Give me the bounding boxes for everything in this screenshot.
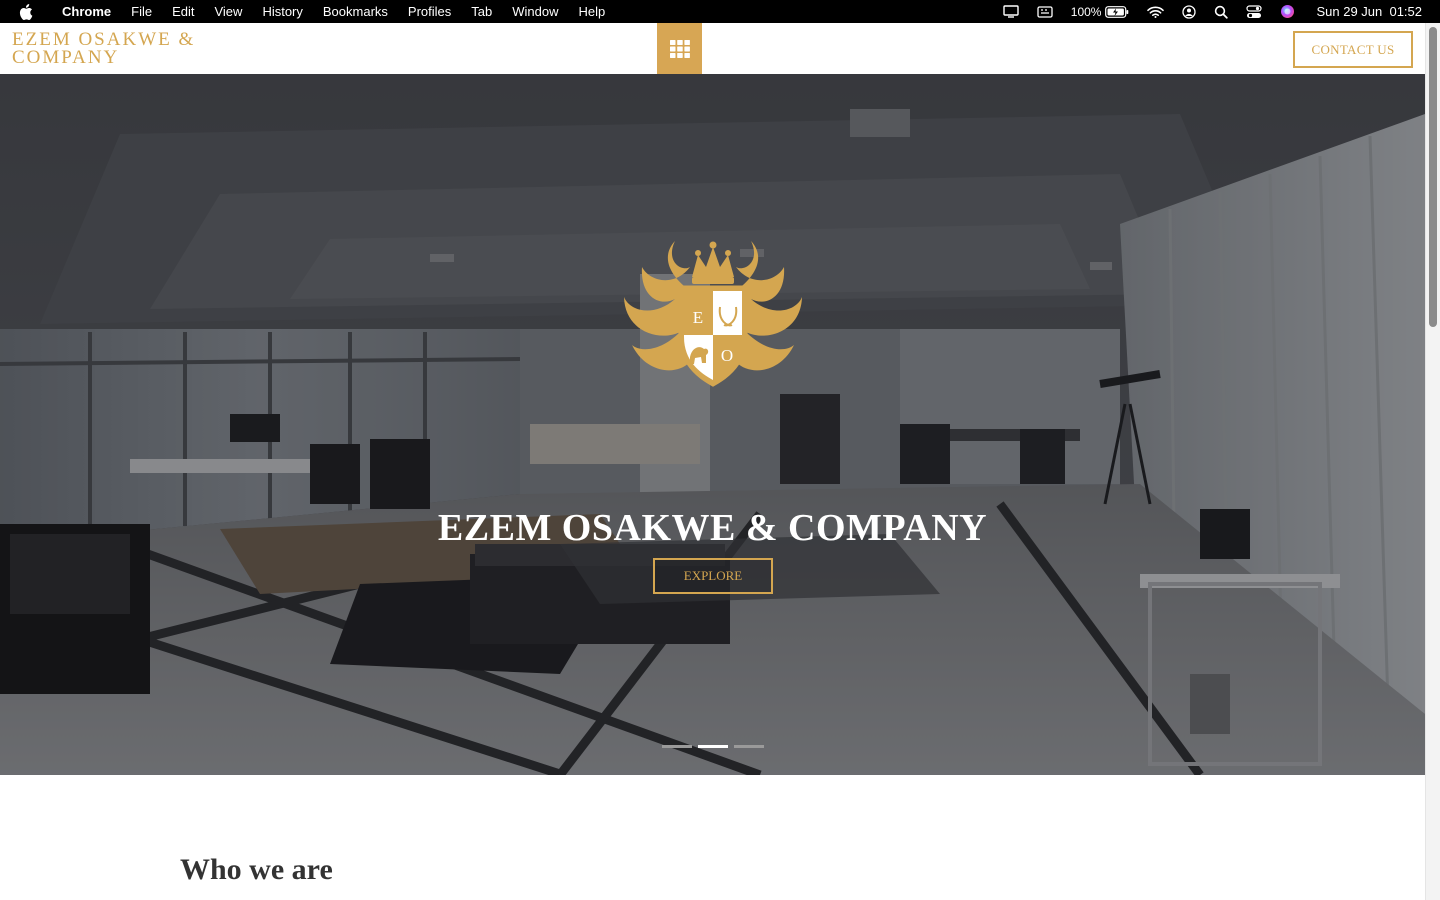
menu-help[interactable]: Help	[569, 0, 616, 23]
site-header: EZEM OSAKWE & COMPANY CONTACT US	[0, 23, 1425, 74]
wifi-icon[interactable]	[1138, 0, 1173, 23]
slide-dot-3[interactable]	[734, 745, 764, 748]
hero-dark-overlay	[0, 74, 1425, 775]
web-page: EZEM OSAKWE & COMPANY CONTACT US E O EZE…	[0, 23, 1425, 900]
battery-icon	[1105, 5, 1129, 18]
hero-slider: E O EZEM OSAKWE & COMPANY EXPLORE	[0, 74, 1425, 775]
menu-clock[interactable]: Sun 29 Jun 01:52	[1304, 0, 1422, 23]
menu-file[interactable]: File	[121, 0, 162, 23]
battery-status[interactable]: 100%	[1062, 0, 1139, 23]
siri-icon[interactable]	[1271, 0, 1304, 23]
crest-letter-o: O	[721, 346, 733, 365]
macos-menu-bar: Chrome File Edit View History Bookmarks …	[0, 0, 1440, 23]
grid-menu-icon	[669, 39, 690, 58]
site-logo[interactable]: EZEM OSAKWE & COMPANY	[12, 30, 242, 68]
menu-view[interactable]: View	[204, 0, 252, 23]
explore-button[interactable]: EXPLORE	[653, 558, 773, 594]
keyboard-input-icon[interactable]	[1028, 0, 1062, 23]
spotlight-search-icon[interactable]	[1205, 0, 1237, 23]
battery-percent: 100%	[1070, 4, 1102, 19]
crest-logo-icon: E O	[624, 241, 802, 387]
screen-mirroring-icon[interactable]	[994, 0, 1028, 23]
page-scrollbar[interactable]	[1425, 23, 1440, 900]
menu-app-name[interactable]: Chrome	[52, 0, 121, 23]
control-center-icon[interactable]	[1237, 0, 1271, 23]
slide-dot-1[interactable]	[662, 745, 692, 748]
grid-menu-button[interactable]	[657, 23, 702, 74]
menu-tab[interactable]: Tab	[461, 0, 502, 23]
contact-us-button[interactable]: CONTACT US	[1293, 31, 1413, 68]
logo-line-2: COMPANY	[12, 47, 120, 68]
menu-edit[interactable]: Edit	[162, 0, 204, 23]
section-heading-who-we-are: Who we are	[180, 853, 333, 886]
slide-dot-2[interactable]	[698, 745, 728, 748]
user-account-icon[interactable]	[1173, 0, 1205, 23]
scrollbar-thumb[interactable]	[1429, 27, 1437, 327]
apple-menu-icon[interactable]	[0, 3, 52, 20]
menu-profiles[interactable]: Profiles	[398, 0, 461, 23]
hero-title: EZEM OSAKWE & COMPANY	[437, 507, 988, 549]
crest-letter-e: E	[693, 308, 703, 327]
menu-window[interactable]: Window	[502, 0, 568, 23]
slider-pagination	[662, 745, 764, 748]
menu-history[interactable]: History	[252, 0, 312, 23]
menu-bookmarks[interactable]: Bookmarks	[313, 0, 398, 23]
